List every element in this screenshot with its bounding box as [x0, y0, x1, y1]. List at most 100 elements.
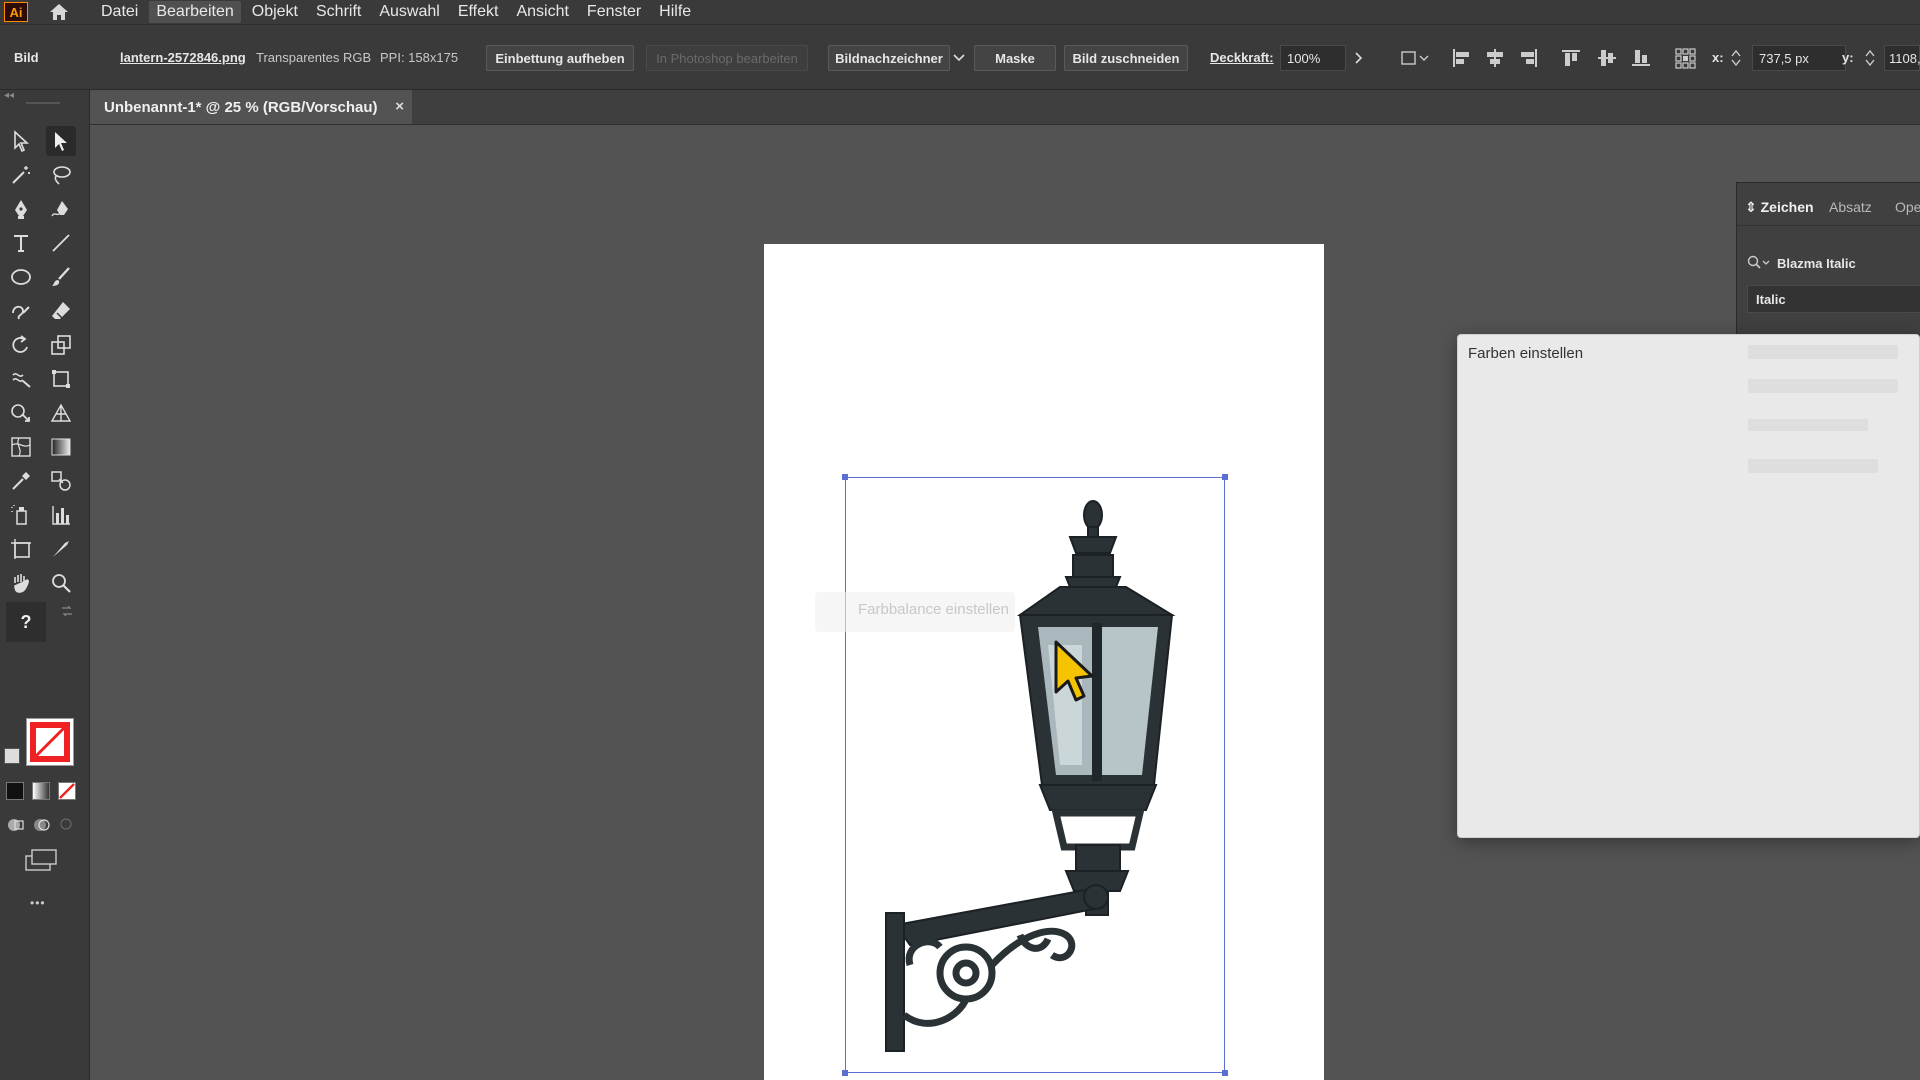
color-mode-label: Transparentes RGB [256, 49, 372, 65]
search-icon [1747, 255, 1770, 269]
lasso-tool-icon[interactable] [46, 160, 76, 190]
crop-image-button[interactable]: Bild zuschneiden [1064, 45, 1188, 71]
home-icon[interactable] [46, 1, 72, 23]
menu-bearbeiten[interactable]: Bearbeiten [149, 1, 241, 23]
shaper-tool-icon[interactable] [6, 296, 36, 326]
draw-inside-icon[interactable] [58, 816, 74, 837]
image-trace-button[interactable]: Bildnachzeichner [828, 45, 950, 71]
mask-button[interactable]: Maske [974, 45, 1056, 71]
scale-tool-icon[interactable] [46, 330, 76, 360]
selection-handle[interactable] [1222, 474, 1228, 480]
type-tool-icon[interactable] [6, 228, 36, 258]
menu-datei[interactable]: Datei [94, 1, 145, 23]
fading-menu-label: Farbbalance einstellen [858, 601, 1009, 618]
screen-mode-icon[interactable] [24, 848, 58, 877]
selection-tool-icon[interactable] [6, 126, 36, 156]
font-style-field[interactable]: Italic [1747, 285, 1920, 313]
x-stepper-icon[interactable] [1728, 45, 1744, 71]
eyedropper-tool-icon[interactable] [6, 466, 36, 496]
tab-zeichen-label: Zeichen [1760, 199, 1814, 215]
draw-normal-icon[interactable] [6, 816, 26, 839]
tab-absatz[interactable]: Absatz [1829, 199, 1872, 215]
align-to-icon[interactable] [1398, 45, 1432, 71]
artboard-tool-icon[interactable] [6, 534, 36, 564]
align-center-v-icon[interactable] [1594, 45, 1620, 71]
hand-tool-icon[interactable] [6, 568, 36, 598]
shape-builder-tool-icon[interactable] [6, 398, 36, 428]
opacity-label[interactable]: Deckkraft: [1210, 25, 1274, 89]
slice-tool-icon[interactable] [46, 534, 76, 564]
rotate-tool-icon[interactable] [6, 330, 36, 360]
gradient-swatch[interactable] [32, 782, 50, 800]
pen-tool-icon[interactable] [6, 194, 36, 224]
paintbrush-tool-icon[interactable] [46, 262, 76, 292]
panel-drag-handle[interactable] [26, 102, 60, 104]
swap-fill-stroke-icon[interactable] [60, 604, 74, 623]
symbol-sprayer-tool-icon[interactable] [6, 500, 36, 530]
tab-zeichen[interactable]: ⇕ Zeichen [1745, 199, 1814, 216]
selection-bounding-box[interactable] [845, 477, 1225, 1073]
dialog-loading-placeholder [1748, 419, 1868, 431]
draw-behind-icon[interactable] [32, 816, 52, 839]
magic-wand-tool-icon[interactable] [6, 160, 36, 190]
mesh-tool-icon[interactable] [6, 432, 36, 462]
selection-handle[interactable] [842, 1070, 848, 1076]
collapse-panel-icon[interactable]: ◂◂ [4, 90, 14, 101]
zoom-tool-icon[interactable] [46, 568, 76, 598]
font-family-field[interactable]: Blazma Italic [1747, 249, 1920, 277]
menu-hilfe[interactable]: Hilfe [652, 1, 698, 23]
close-icon[interactable]: × [395, 98, 404, 115]
opacity-input[interactable]: 100% [1280, 45, 1346, 71]
reference-point-icon[interactable] [1672, 45, 1698, 71]
y-input[interactable]: 1108, [1884, 45, 1920, 71]
y-stepper-icon[interactable] [1862, 45, 1878, 71]
fill-question-mark[interactable]: ? [6, 602, 46, 642]
y-label: y: [1842, 49, 1854, 65]
filename-link[interactable]: lantern-2572846.png [120, 25, 246, 89]
chevron-down-icon[interactable] [946, 45, 972, 71]
cursor-arrow-icon [1054, 640, 1094, 702]
stroke-none-swatch[interactable] [26, 718, 74, 766]
eraser-tool-icon[interactable] [46, 296, 76, 326]
column-graph-tool-icon[interactable] [46, 500, 76, 530]
control-bar: Bild lantern-2572846.png Transparentes R… [0, 24, 1920, 90]
x-input[interactable]: 737,5 px [1752, 45, 1846, 71]
object-type-label: Bild [14, 49, 39, 65]
none-swatch[interactable] [58, 782, 76, 800]
menu-schrift[interactable]: Schrift [309, 1, 368, 23]
selection-handle[interactable] [842, 474, 848, 480]
menu-effekt[interactable]: Effekt [451, 1, 506, 23]
perspective-grid-tool-icon[interactable] [46, 398, 76, 428]
x-label: x: [1712, 49, 1724, 65]
curvature-tool-icon[interactable] [46, 194, 76, 224]
edit-in-photoshop-button[interactable]: In Photoshop bearbeiten [646, 45, 808, 71]
color-swatch[interactable] [6, 782, 24, 800]
menu-fenster[interactable]: Fenster [580, 1, 648, 23]
blend-tool-icon[interactable] [46, 466, 76, 496]
font-family-value: Blazma Italic [1777, 255, 1856, 271]
menu-ansicht[interactable]: Ansicht [509, 1, 575, 23]
ellipse-tool-icon[interactable] [6, 262, 36, 292]
edit-toolbar-more[interactable]: ••• [30, 896, 46, 910]
chevron-right-icon[interactable] [1346, 45, 1372, 71]
tab-opentype[interactable]: Ope [1895, 199, 1920, 215]
main-menu: Datei Bearbeiten Objekt Schrift Auswahl … [94, 1, 702, 23]
align-center-h-icon[interactable] [1482, 45, 1508, 71]
unembed-button[interactable]: Einbettung aufheben [486, 45, 634, 71]
align-right-icon[interactable] [1516, 45, 1542, 71]
menu-auswahl[interactable]: Auswahl [372, 1, 446, 23]
align-left-icon[interactable] [1448, 45, 1474, 71]
menu-objekt[interactable]: Objekt [245, 1, 305, 23]
adjust-colors-dialog[interactable]: Farben einstellen [1457, 334, 1920, 838]
default-colors-icon[interactable] [4, 748, 20, 764]
free-transform-tool-icon[interactable] [46, 364, 76, 394]
warp-tool-icon[interactable] [6, 364, 36, 394]
line-tool-icon[interactable] [46, 228, 76, 258]
document-tab[interactable]: Unbenannt-1* @ 25 % (RGB/Vorschau) × [90, 90, 412, 124]
selection-handle[interactable] [1222, 1070, 1228, 1076]
dialog-loading-placeholder [1748, 379, 1898, 393]
direct-selection-tool-icon[interactable] [46, 126, 76, 156]
gradient-tool-icon[interactable] [46, 432, 76, 462]
align-top-icon[interactable] [1558, 45, 1584, 71]
align-bottom-icon[interactable] [1628, 45, 1654, 71]
